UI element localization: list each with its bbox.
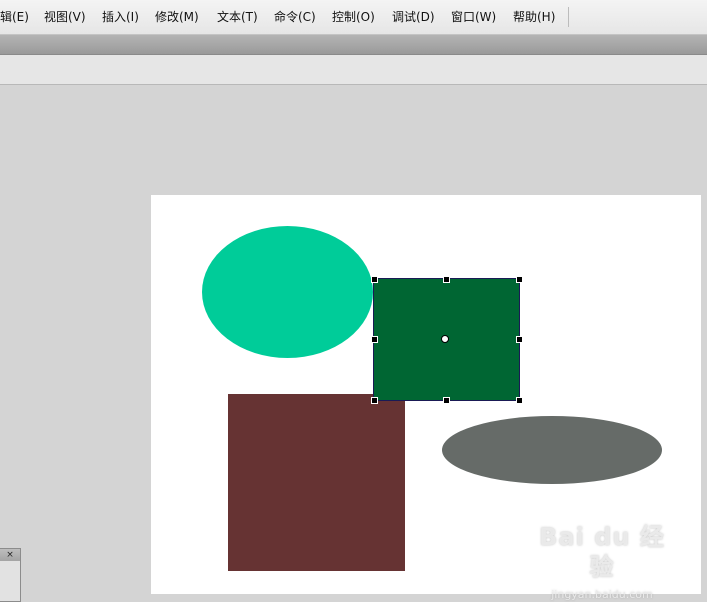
menu-text[interactable]: 文本(T) [217, 10, 258, 25]
menu-help[interactable]: 帮助(H) [513, 10, 555, 25]
selection-handle-top-right[interactable] [516, 276, 523, 283]
menu-separator [568, 7, 569, 27]
selection-handle-top-left[interactable] [371, 276, 378, 283]
menu-control[interactable]: 控制(O) [332, 10, 375, 25]
menu-insert[interactable]: 插入(I) [102, 10, 139, 25]
close-icon[interactable]: × [0, 549, 20, 561]
watermark-url: jingyan.baidu.com [551, 588, 653, 601]
timeline-header-bar [0, 35, 707, 55]
brown-rectangle[interactable] [228, 394, 405, 571]
transform-center-point[interactable] [441, 335, 449, 343]
gray-ellipse[interactable] [442, 416, 662, 484]
menu-view[interactable]: 视图(V) [44, 10, 86, 25]
menu-debug[interactable]: 调试(D) [392, 10, 435, 25]
watermark-brand: Bai du 经验 [539, 523, 665, 581]
menu-commands[interactable]: 命令(C) [274, 10, 316, 25]
selection-handle-top[interactable] [443, 276, 450, 283]
menu-window[interactable]: 窗口(W) [451, 10, 496, 25]
selection-handle-bottom[interactable] [443, 397, 450, 404]
selection-handle-bottom-left[interactable] [371, 397, 378, 404]
selection-handle-left[interactable] [371, 336, 378, 343]
floating-panel: × [0, 548, 21, 602]
menu-bar: 辑(E) 视图(V) 插入(I) 修改(M) 文本(T) 命令(C) 控制(O)… [0, 0, 707, 35]
menu-modify[interactable]: 修改(M) [155, 10, 199, 25]
selection-handle-bottom-right[interactable] [516, 397, 523, 404]
teal-ellipse[interactable] [202, 226, 373, 358]
selection-handle-right[interactable] [516, 336, 523, 343]
menu-edit[interactable]: 辑(E) [0, 10, 29, 25]
watermark: Bai du 经验 jingyan.baidu.com [532, 522, 672, 601]
edit-bar [0, 55, 707, 85]
